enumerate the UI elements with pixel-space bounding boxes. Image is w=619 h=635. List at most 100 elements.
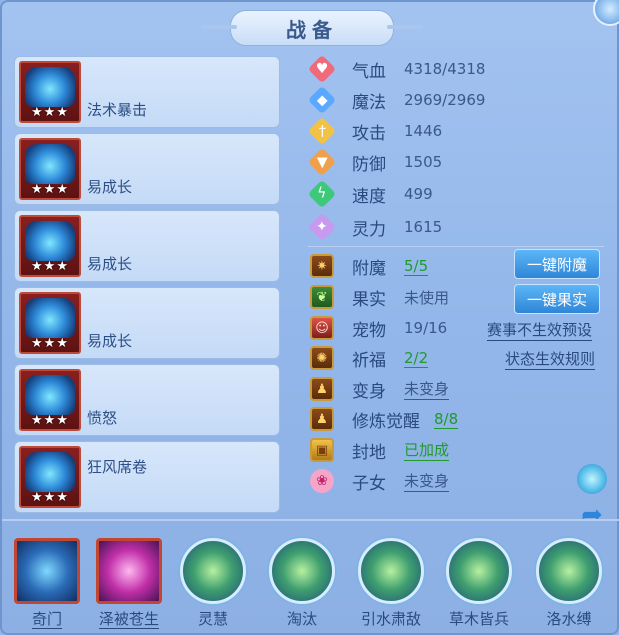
share-icon[interactable]: ➦ (577, 500, 607, 530)
skill-name: 泽被苍生 (98, 610, 159, 629)
refresh-icon[interactable] (577, 464, 607, 494)
stat-row-defense: ▼ 防御 1505 (307, 147, 442, 177)
status-rules-link[interactable]: 状态生效规则 (505, 348, 596, 370)
slot-art-icon: ★★★ (19, 61, 81, 123)
slot-label: 易成长 (87, 178, 133, 196)
stat-row-spirit: ✦ 灵力 1615 (307, 212, 443, 242)
equip-slot-5[interactable]: ★★★ 愤怒 (14, 364, 280, 436)
attr-row-transform[interactable]: ♟ 变身 未变身 (310, 376, 450, 402)
skill-icon (96, 538, 162, 604)
stat-name: 气血 (352, 61, 386, 82)
event-preset-link[interactable]: 赛事不生效预设 (487, 319, 593, 341)
attr-row-enchant[interactable]: ✷ 附魔 5/5 (310, 253, 429, 279)
attr-row-fruit[interactable]: ❦ 果实 未使用 (310, 284, 449, 310)
skill-icon (446, 538, 512, 604)
star-rating: ★★★ (31, 259, 69, 274)
skill-icon (536, 538, 602, 604)
slot-art-icon: ★★★ (19, 369, 81, 431)
stat-name: 灵力 (352, 219, 386, 240)
one-click-enchant-button[interactable]: 一键附魔 (514, 249, 600, 279)
page-title: 战备 (286, 17, 338, 42)
divider (2, 519, 619, 521)
attr-name: 子女 (352, 473, 386, 494)
attr-value[interactable]: 8/8 (434, 410, 459, 429)
fruit-icon: ❦ (310, 285, 334, 309)
skill-slot[interactable]: 泽被苍生 (84, 538, 174, 634)
stat-value: 2969/2969 (404, 91, 486, 109)
slot-art-icon: ★★★ (19, 446, 81, 508)
star-rating: ★★★ (31, 336, 69, 351)
skill-slot[interactable]: 引水肃敌 (346, 538, 436, 634)
slot-label: 愤怒 (87, 409, 118, 427)
lightning-icon: ϟ (307, 179, 337, 209)
title-bar: 战备 (201, 10, 423, 46)
attr-name: 变身 (352, 381, 386, 402)
attr-value[interactable]: 5/5 (404, 257, 429, 276)
skill-slot[interactable]: 草木皆兵 (434, 538, 524, 634)
stat-name: 防御 (352, 154, 386, 175)
skill-slot[interactable]: 淘汰 (257, 538, 347, 634)
slot-label: 狂风席卷 (87, 458, 148, 476)
heart-icon: ♥ (307, 54, 337, 84)
sword-icon: † (307, 116, 337, 146)
equip-slot-1[interactable]: ★★★ 法术暴击 (14, 56, 280, 128)
stat-name: 魔法 (352, 92, 386, 113)
stat-value: 1615 (404, 218, 443, 236)
one-click-fruit-button[interactable]: 一键果实 (514, 284, 600, 314)
stat-row-speed: ϟ 速度 499 (307, 179, 433, 209)
attr-name: 修炼觉醒 (352, 411, 420, 432)
stat-value: 4318/4318 (404, 60, 486, 78)
slot-art-icon: ★★★ (19, 138, 81, 200)
equip-slot-4[interactable]: ★★★ 易成长 (14, 287, 280, 359)
equip-slot-3[interactable]: ★★★ 易成长 (14, 210, 280, 282)
star-rating: ★★★ (31, 413, 69, 428)
mana-icon: ◆ (307, 85, 337, 115)
skill-name: 灵慧 (197, 610, 228, 628)
skill-name: 草木皆兵 (448, 610, 509, 628)
transform-icon: ♟ (310, 377, 334, 401)
attr-value[interactable]: 已加成 (404, 439, 450, 461)
attr-row-child[interactable]: ❀ 子女 未变身 (310, 468, 450, 494)
attr-row-pet[interactable]: ☺ 宠物 19/16 (310, 315, 447, 341)
stat-value: 499 (404, 185, 433, 203)
equip-slot-6[interactable]: ★★★ 狂风席卷 (14, 441, 280, 513)
slot-label: 法术暴击 (87, 101, 148, 119)
skill-name: 淘汰 (286, 610, 317, 628)
star-rating: ★★★ (31, 105, 69, 120)
attr-name: 附魔 (352, 258, 386, 279)
skill-icon (358, 538, 424, 604)
skill-slot[interactable]: 奇门 (2, 538, 92, 634)
attr-name: 果实 (352, 289, 386, 310)
stat-row-mp: ◆ 魔法 2969/2969 (307, 85, 486, 115)
stat-name: 速度 (352, 186, 386, 207)
equip-slot-2[interactable]: ★★★ 易成长 (14, 133, 280, 205)
child-icon: ❀ (310, 469, 334, 493)
skill-slot[interactable]: 洛水缚 (524, 538, 614, 634)
battle-prep-panel: 战备 ★★★ 法术暴击 ★★★ 易成长 ★★★ 易成长 ★★★ 易成长 ★★★ … (0, 0, 619, 635)
star-rating: ★★★ (31, 182, 69, 197)
attr-value[interactable]: 未变身 (404, 378, 450, 400)
attr-name: 祈福 (352, 350, 386, 371)
stat-row-hp: ♥ 气血 4318/4318 (307, 54, 486, 84)
attr-row-awaken[interactable]: ♟ 修炼觉醒 8/8 (310, 406, 459, 432)
stat-value: 1446 (404, 122, 443, 140)
skill-name: 引水肃敌 (360, 610, 421, 628)
fief-icon: ▣ (310, 438, 334, 462)
slot-label: 易成长 (87, 332, 133, 350)
skill-name: 奇门 (31, 610, 62, 629)
attr-value[interactable]: 未变身 (404, 470, 450, 492)
attr-row-bless[interactable]: ✺ 祈福 2/2 (310, 345, 429, 371)
close-icon[interactable] (593, 0, 619, 26)
attr-row-fief[interactable]: ▣ 封地 已加成 (310, 437, 450, 463)
pet-icon: ☺ (310, 316, 334, 340)
spirit-icon: ✦ (307, 212, 337, 242)
attr-value[interactable]: 2/2 (404, 349, 429, 368)
slot-art-icon: ★★★ (19, 215, 81, 277)
skill-slot[interactable]: 灵慧 (168, 538, 258, 634)
star-rating: ★★★ (31, 490, 69, 505)
divider (308, 246, 604, 247)
attr-value: 未使用 (404, 288, 450, 307)
slot-art-icon: ★★★ (19, 292, 81, 354)
attr-name: 封地 (352, 442, 386, 463)
bless-icon: ✺ (310, 346, 334, 370)
